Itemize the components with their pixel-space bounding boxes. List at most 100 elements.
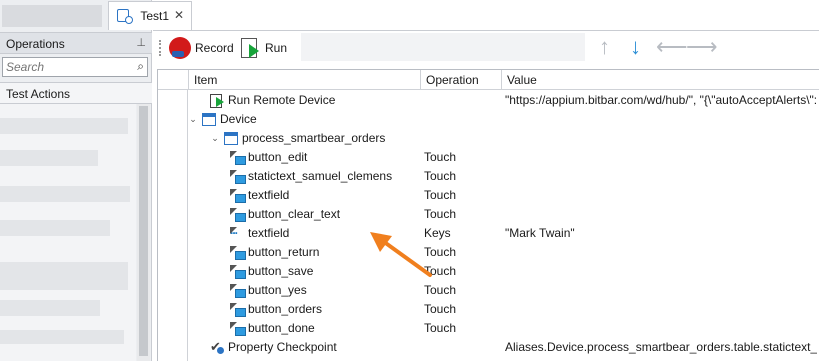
move-left-icon[interactable]: ⟵ [656, 35, 688, 59]
test-steps-grid: Item Operation Value Run Remote Device "h… [157, 69, 819, 361]
run-icon [241, 38, 259, 58]
table-row[interactable]: button_orders Touch [158, 300, 819, 319]
operations-search-box[interactable]: ⌕ [2, 57, 148, 77]
cell-operation[interactable]: Touch [424, 264, 456, 278]
cell-operation[interactable]: Touch [424, 188, 456, 202]
table-row[interactable]: button_save Touch [158, 262, 819, 281]
cell-item[interactable]: ⌄ process_smartbear_orders [210, 131, 385, 145]
grid-header: Item Operation Value [158, 70, 819, 90]
cell-item[interactable]: button_clear_text [230, 207, 341, 222]
move-down-icon[interactable]: ↓ [630, 35, 641, 59]
table-row[interactable]: textfield Touch [158, 186, 819, 205]
table-row[interactable]: button_return Touch [158, 243, 819, 262]
column-header-gutter [158, 70, 189, 90]
touch-icon [230, 169, 246, 184]
move-up-icon[interactable]: ↑ [599, 35, 610, 59]
operations-panel: Operations ⊥ ⌕ Test Actions [0, 0, 152, 361]
item-label: button_orders [248, 302, 323, 316]
tab-test1[interactable]: Test1 ✕ [108, 1, 192, 30]
column-header-value[interactable]: Value [502, 70, 819, 90]
operations-header: Operations ⊥ [0, 32, 152, 54]
cell-value[interactable]: Aliases.Device.process_smartbear_orders.… [505, 340, 817, 354]
list-item[interactable] [0, 220, 110, 236]
table-row[interactable]: textfield Keys "Mark Twain" [158, 223, 819, 243]
cell-item[interactable]: button_done [230, 321, 315, 336]
cell-item[interactable]: statictext_samuel_clemens [230, 169, 393, 184]
cell-value[interactable]: "https://appium.bitbar.com/wd/hub/", "{\… [505, 93, 817, 107]
window-icon [202, 112, 216, 126]
table-row[interactable]: button_yes Touch [158, 281, 819, 300]
item-label: button_edit [248, 150, 308, 164]
list-item[interactable] [0, 150, 98, 166]
run-icon [210, 93, 224, 108]
toolbar-grip[interactable] [159, 40, 161, 56]
test-actions-category[interactable]: Test Actions [0, 82, 152, 104]
cell-value[interactable]: "Mark Twain" [505, 226, 817, 240]
run-button[interactable]: Run [241, 36, 287, 60]
item-label: statictext_samuel_clemens [248, 169, 393, 183]
cell-operation[interactable]: Touch [424, 321, 456, 335]
record-label: Record [195, 41, 234, 55]
search-icon[interactable]: ⌕ [137, 59, 144, 74]
touch-icon [230, 245, 246, 260]
checkpoint-icon [210, 339, 224, 355]
table-row[interactable]: button_clear_text Touch [158, 205, 819, 224]
touch-icon [230, 283, 246, 298]
cell-item[interactable]: textfield [230, 223, 289, 240]
table-row[interactable]: button_done Touch [158, 319, 819, 338]
close-icon[interactable]: ✕ [174, 8, 184, 22]
move-right-icon[interactable]: ⟶ [686, 35, 718, 59]
item-label: Device [220, 112, 257, 126]
cell-item[interactable]: button_orders [230, 302, 323, 317]
table-row[interactable]: ⌄ Device [158, 110, 819, 129]
chevron-down-icon[interactable]: ⌄ [188, 114, 198, 125]
keyword-test-editor: Operations ⊥ ⌕ Test Actions Test1 ✕ [0, 0, 819, 361]
cell-operation[interactable]: Touch [424, 302, 456, 316]
table-row[interactable]: statictext_samuel_clemens Touch [158, 167, 819, 186]
table-row[interactable]: Property Checkpoint Aliases.Device.proces… [158, 338, 819, 357]
cell-operation[interactable]: Touch [424, 150, 456, 164]
item-label: button_clear_text [248, 207, 341, 221]
cell-item[interactable]: button_save [230, 264, 313, 279]
cell-operation[interactable]: Touch [424, 207, 456, 221]
test-file-icon [117, 9, 133, 24]
column-header-item[interactable]: Item [189, 70, 421, 90]
cell-operation[interactable]: Touch [424, 169, 456, 183]
list-item[interactable] [0, 300, 100, 316]
item-label: button_done [248, 321, 315, 335]
column-header-operation[interactable]: Operation [421, 70, 502, 90]
scrollbar-thumb[interactable] [139, 106, 148, 356]
item-label: Property Checkpoint [228, 340, 337, 354]
cell-operation[interactable]: Touch [424, 283, 456, 297]
cell-item[interactable]: Run Remote Device [210, 93, 335, 108]
list-item[interactable] [0, 186, 130, 202]
operations-scrollbar[interactable] [137, 104, 150, 361]
cell-item[interactable]: Property Checkpoint [210, 339, 337, 355]
pin-icon[interactable]: ⊥ [136, 36, 146, 49]
cell-operation[interactable]: Touch [424, 245, 456, 259]
table-row[interactable]: ⌄ process_smartbear_orders [158, 129, 819, 148]
cell-item[interactable]: button_edit [230, 150, 308, 165]
touch-icon [230, 264, 246, 279]
item-label: textfield [248, 188, 290, 202]
table-row[interactable]: button_edit Touch [158, 148, 819, 167]
touch-icon [230, 302, 246, 317]
cell-item[interactable]: button_return [230, 245, 320, 260]
touch-icon [230, 207, 246, 222]
cell-item[interactable]: ⌄ Device [188, 112, 257, 126]
item-label: button_return [248, 245, 320, 259]
list-item[interactable] [0, 262, 128, 290]
table-row[interactable]: Run Remote Device "https://appium.bitbar.… [158, 91, 819, 110]
record-button[interactable]: Record [169, 36, 234, 60]
list-item[interactable] [0, 118, 128, 134]
search-input[interactable] [3, 58, 125, 76]
operations-title: Operations [6, 37, 65, 51]
cell-item[interactable]: button_yes [230, 283, 307, 298]
cell-operation[interactable]: Keys [424, 226, 451, 240]
list-item[interactable] [0, 330, 124, 344]
cell-item[interactable]: textfield [230, 188, 290, 203]
test-actions-label: Test Actions [6, 87, 71, 101]
chevron-down-icon[interactable]: ⌄ [210, 133, 220, 144]
tab-label: Test1 [140, 9, 170, 23]
window-icon [224, 131, 238, 145]
